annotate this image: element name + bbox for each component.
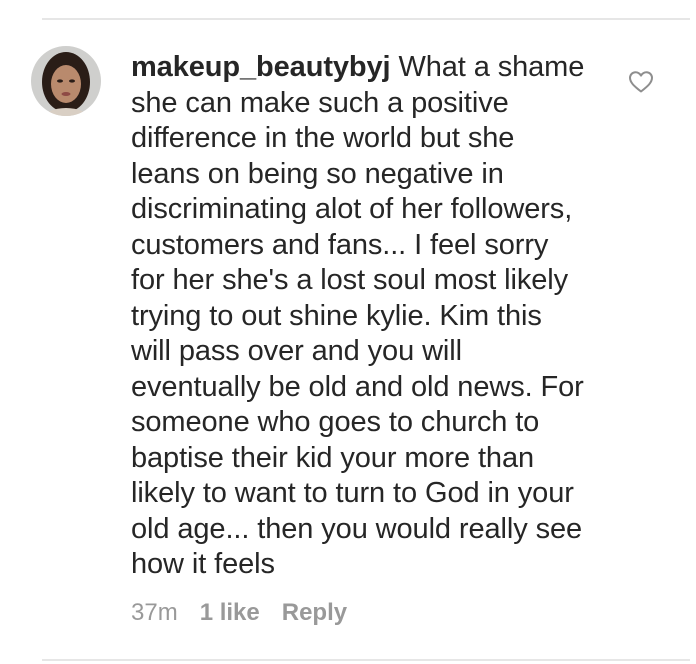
comment-likes-count[interactable]: 1 like [200, 599, 260, 627]
comment-item: makeup_beautybyj What a shame she can ma… [0, 0, 696, 664]
comment-body: makeup_beautybyj What a shame she can ma… [131, 50, 611, 583]
reply-button[interactable]: Reply [282, 599, 347, 627]
user-avatar[interactable] [31, 46, 101, 116]
comment-timestamp: 37m [131, 599, 178, 626]
bottom-divider [42, 659, 690, 661]
comment-username[interactable]: makeup_beautybyj [131, 51, 391, 83]
comment-text: What a shame she can make such a positiv… [131, 51, 585, 580]
comment-meta: 37m 1 like Reply [131, 599, 347, 627]
heart-outline-icon[interactable] [628, 70, 654, 94]
